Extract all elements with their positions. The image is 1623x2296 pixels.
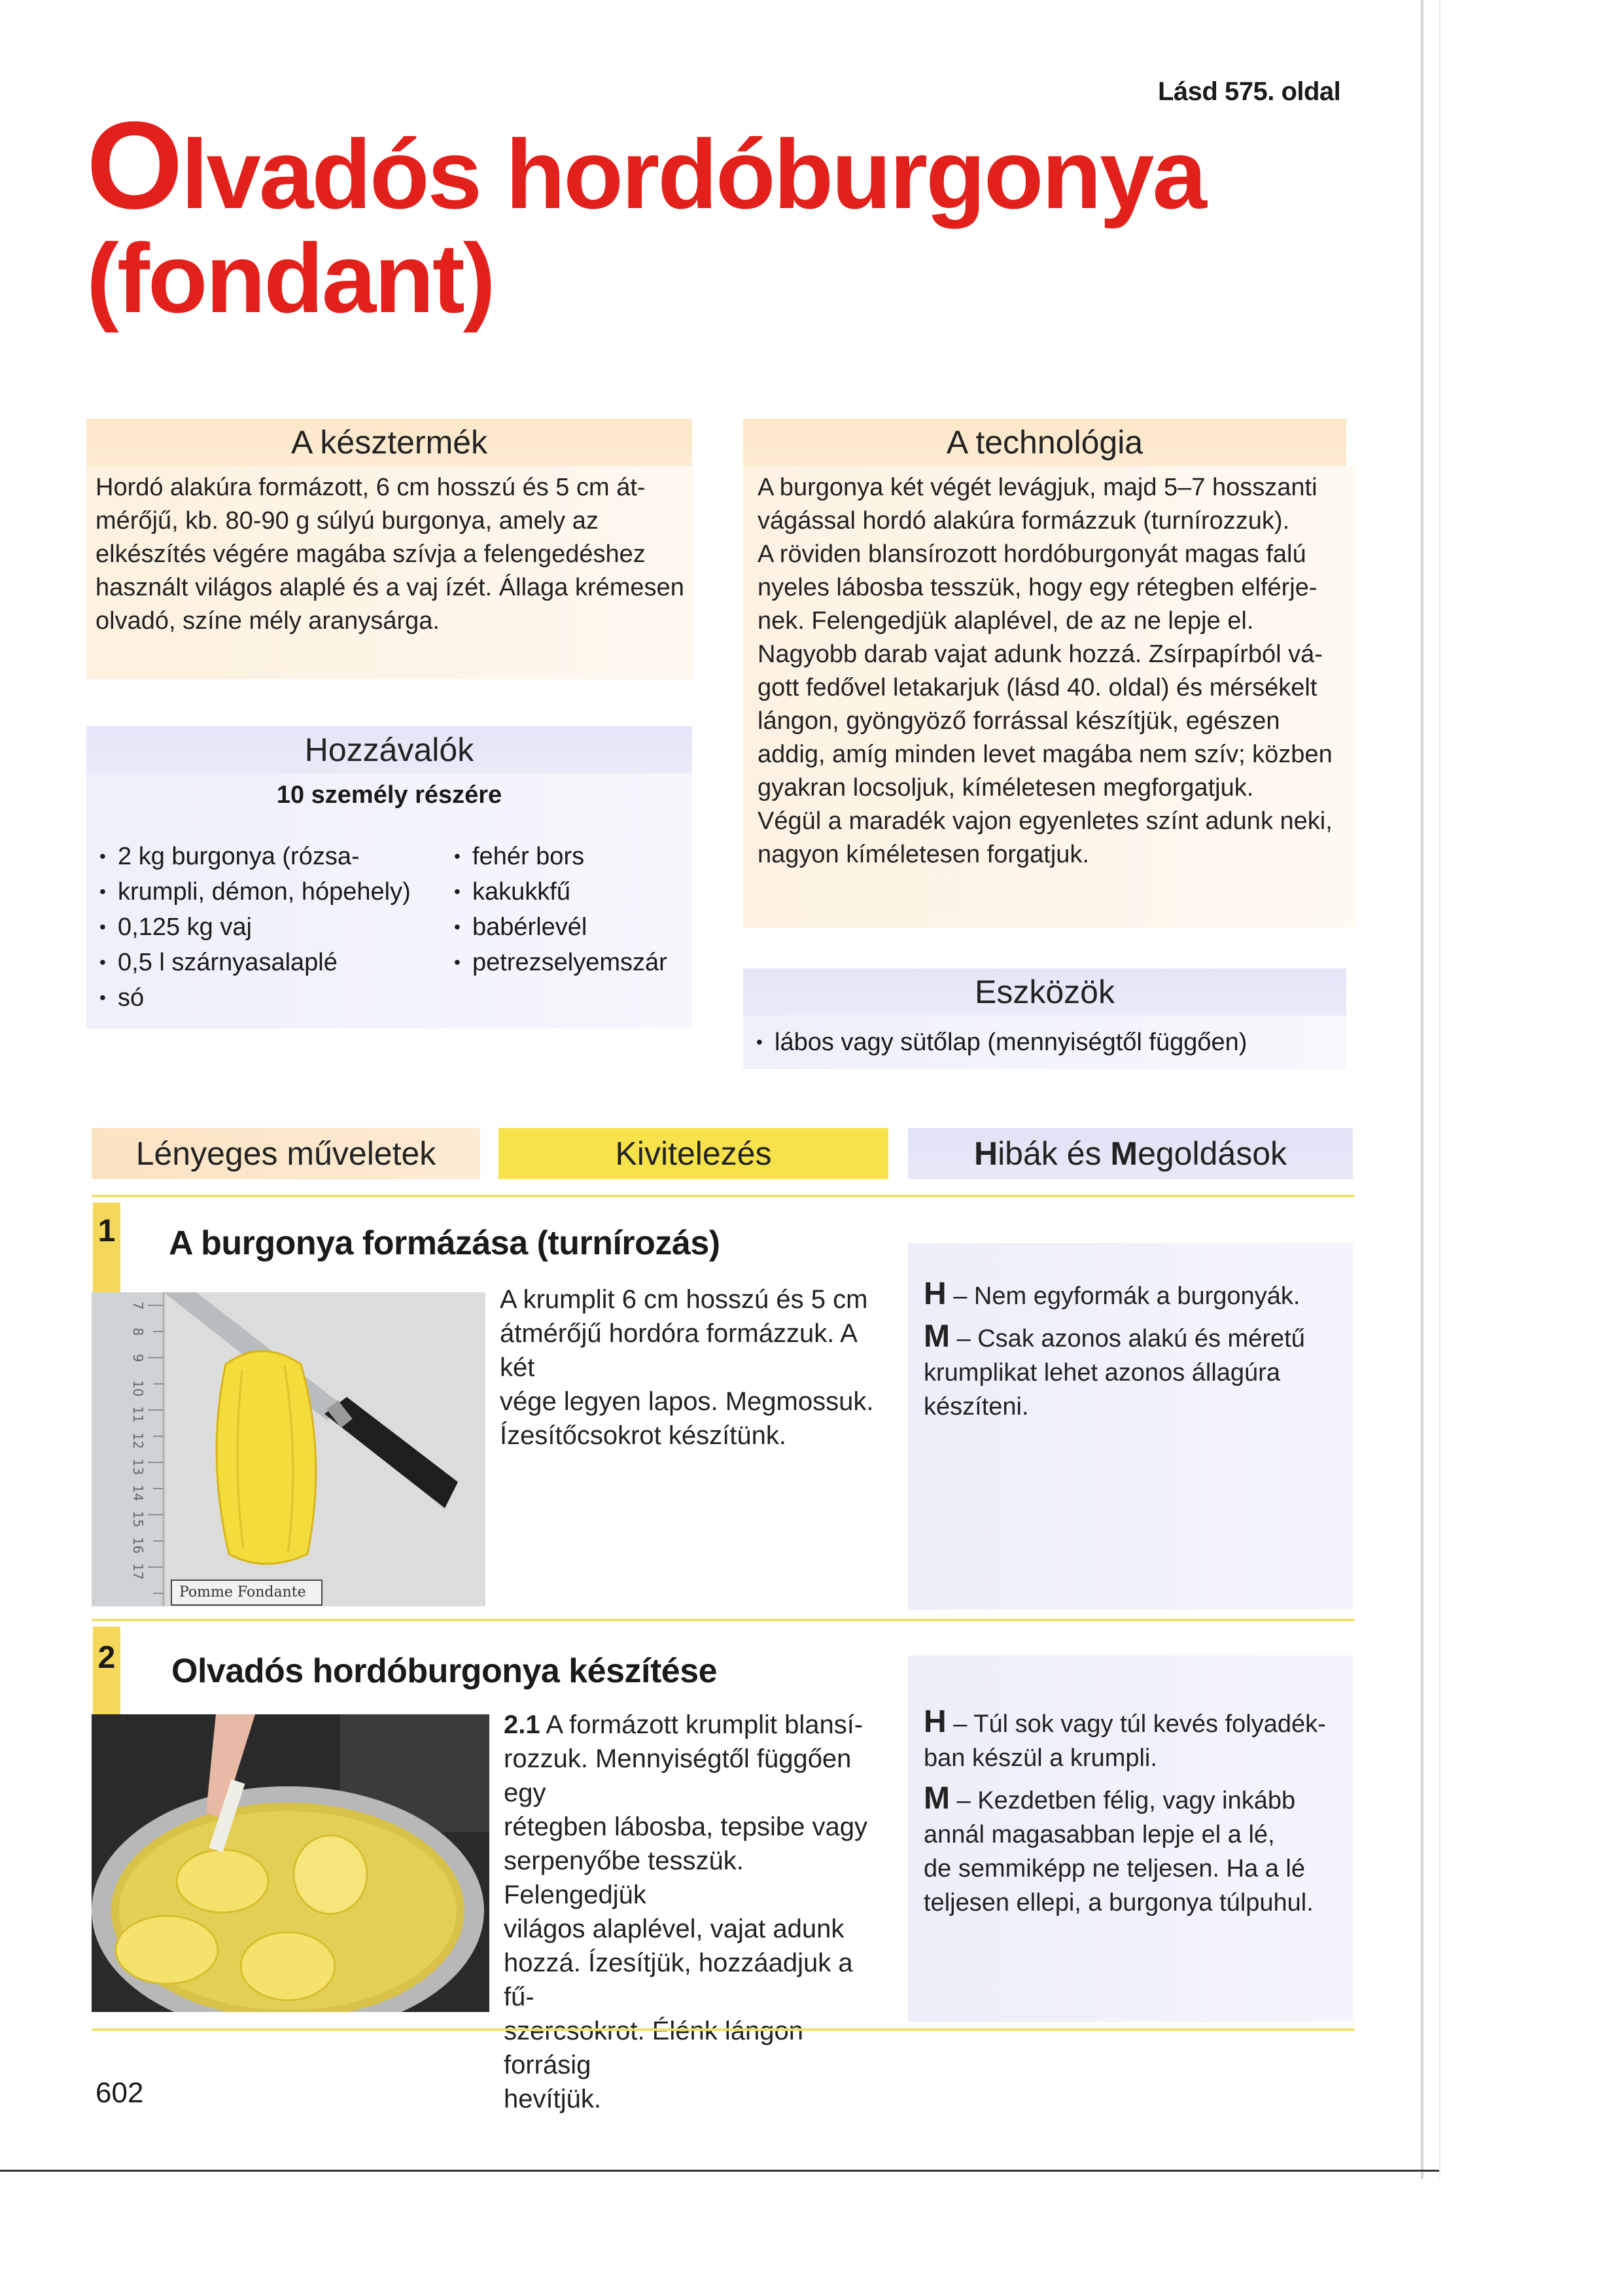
ruler-number: 12	[130, 1432, 146, 1449]
kesztermek-line: olvadó, színe mély aranysárga.	[96, 607, 440, 635]
section-lenyeges-muveletek: Lényeges műveletek	[92, 1128, 480, 1179]
ruler-number: 7	[130, 1301, 146, 1310]
step-1-text: A krumplit 6 cm hosszú és 5 cm átmérőjű …	[500, 1282, 879, 1453]
technologia-line: lángon, gyöngyöző forrással készítjük, e…	[758, 707, 1280, 735]
kesztermek-line: elkészítés végére magába szívja a feleng…	[96, 540, 646, 568]
ruler-number: 9	[130, 1354, 146, 1362]
technologia-line: vágással hordó alakúra formázzuk (turnír…	[758, 507, 1290, 535]
ruler-number: 15	[130, 1511, 146, 1527]
divider-line	[92, 2028, 1354, 2031]
technologia-line: A burgonya két végét levágjuk, majd 5–7 …	[758, 474, 1318, 501]
divider-line	[92, 1619, 1354, 1621]
step-2-number: 2	[93, 1627, 120, 1718]
step-1-number: 1	[93, 1203, 120, 1294]
scan-bottom-line	[0, 2170, 1439, 2172]
ruler-number: 16	[130, 1537, 146, 1553]
kesztermek-line: használt világos alaplé és a vaj ízét. Á…	[96, 574, 684, 601]
ingredient-item: petrezselyemszár	[450, 945, 686, 980]
title-line2: (fondant)	[86, 223, 496, 333]
title-line1: lvadós hordóburgonya	[181, 119, 1207, 229]
hozzavalok-heading: Hozzávalók	[86, 726, 692, 773]
tool-list: lábos vagy sütőlap (mennyiségtől függően…	[752, 1025, 1328, 1060]
ruler-number: 11	[130, 1406, 146, 1422]
ingredient-item: 2 kg burgonya (rózsa-	[96, 839, 436, 874]
section-hibak-megoldasok: Hibák és Megoldások	[908, 1128, 1353, 1179]
step-1-line: A krumplit 6 cm hosszú és 5 cm	[500, 1285, 868, 1314]
pot-with-potatoes-illustration	[92, 1714, 489, 2012]
eszkozok-body: lábos vagy sütőlap (mennyiségtől függően…	[743, 1016, 1346, 1069]
hozzavalok-body: 10 személy részére 2 kg burgonya (rózsa-…	[86, 773, 692, 1029]
ruler-number: 17	[130, 1563, 146, 1580]
step-2-problem: H – Túl sok vagy túl kevés folyadék- ban…	[924, 1704, 1326, 1917]
technologia-line: nyeles lábosba tesszük, hogy egy rétegbe…	[758, 574, 1318, 601]
kesztermek-heading: A késztermék	[86, 419, 692, 466]
ingredient-item: kakukkfű	[450, 874, 686, 910]
technologia-body: A burgonya két végét levágjuk, majd 5–7 …	[743, 466, 1355, 928]
ingredient-item: fehér bors	[450, 839, 686, 874]
technologia-line: A röviden blansírozott hordóburgonyát ma…	[758, 540, 1306, 568]
step-1-line: vége legyen lapos. Megmossuk.	[500, 1387, 874, 1416]
kesztermek-body: Hordó alakúra formázott, 6 cm hosszú és …	[86, 466, 693, 679]
potato-icon	[215, 1350, 317, 1565]
hozzavalok-servings: 10 személy részére	[276, 781, 502, 809]
ingredient-item: só	[96, 980, 436, 1016]
technologia-line: gyakran locsoljuk, kíméletesen megforgat…	[758, 774, 1254, 802]
section-kivitelezes: Kivitelezés	[498, 1128, 888, 1179]
technologia-line: gott fedővel letakarjuk (lásd 40. oldal)…	[758, 674, 1318, 701]
ruler-number: 14	[130, 1485, 146, 1501]
step-1-photo: 7 8 9 10 11 12 13 14 15 16 17 Pomme Fondante	[92, 1292, 485, 1606]
step-2-title: Olvadós hordóburgonya készítése	[171, 1652, 718, 1690]
step-2-subnumber: 2.1	[504, 1710, 540, 1739]
technologia-line: addig, amíg minden levet magába nem szív…	[758, 741, 1333, 768]
kesztermek-line: mérőjű, kb. 80-90 g súlyú burgonya, amel…	[96, 507, 599, 535]
title-initial: O	[86, 96, 183, 235]
step-2-text: 2.1 A formázott krumplit blansí- rozzuk.…	[504, 1710, 867, 2113]
step-1-title: A burgonya formázása (turnírozás)	[169, 1224, 720, 1262]
ingredient-item: 0,5 l szárnyasalaplé	[96, 945, 436, 980]
potato-knife-illustration: 7 8 9 10 11 12 13 14 15 16 17	[92, 1292, 485, 1606]
page-number: 602	[96, 2077, 144, 2109]
eszkozok-heading: Eszközök	[743, 968, 1346, 1016]
ingredient-list-1: 2 kg burgonya (rózsa- krumpli, démon, hó…	[96, 839, 436, 1016]
ingredient-list-2: fehér bors kakukkfű babérlevél petrezsel…	[450, 839, 686, 980]
ruler-number: 13	[130, 1458, 146, 1475]
ruler-number: 8	[130, 1328, 146, 1336]
ingredient-item-cont: krumpli, démon, hópehely)	[96, 874, 436, 910]
step-2-photo	[92, 1714, 489, 2012]
recipe-title: Olvadós hordóburgonya (fondant)	[86, 103, 1207, 333]
page-reference: Lásd 575. oldal	[1158, 77, 1341, 106]
step-1-problem: H – Nem egyformák a burgonyák. M – Csak …	[924, 1277, 1305, 1421]
ruler-number: 10	[130, 1380, 146, 1396]
technologia-heading: A technológia	[743, 419, 1346, 466]
ingredient-item: babérlevél	[450, 910, 686, 945]
technologia-line: nek. Felengedjük alaplével, de az ne lep…	[758, 607, 1254, 635]
tool-item: lábos vagy sütőlap (mennyiségtől függően…	[752, 1025, 1328, 1060]
technologia-line: Nagyobb darab vajat adunk hozzá. Zsírpap…	[758, 641, 1323, 668]
ingredient-item: 0,125 kg vaj	[96, 910, 436, 945]
kesztermek-line: Hordó alakúra formázott, 6 cm hosszú és …	[96, 474, 646, 501]
step-1-line: Ízesítőcsokrot készítünk.	[500, 1421, 786, 1450]
page-edge-shadow	[1439, 0, 1440, 2179]
photo-label: Pomme Fondante	[179, 1584, 306, 1600]
divider-line	[92, 1195, 1354, 1197]
technologia-line: nagyon kíméletesen forgatjuk.	[758, 841, 1089, 868]
page-edge	[1421, 0, 1423, 2179]
step-1-line: átmérőjű hordóra formázzuk. A két	[500, 1319, 856, 1382]
technologia-line: Végül a maradék vajon egyenletes színt a…	[758, 807, 1333, 835]
